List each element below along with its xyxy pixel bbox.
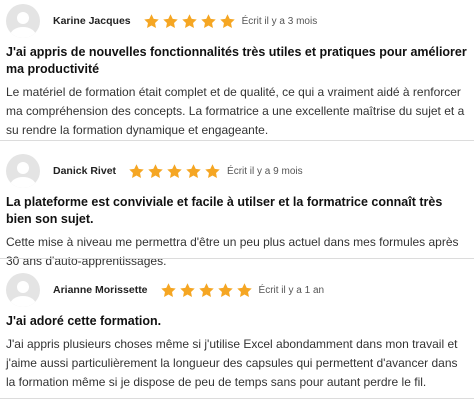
divider — [0, 398, 474, 399]
star-icon — [185, 163, 202, 180]
review-card: Arianne Morissette Écrit il y a 1 an J'a… — [0, 273, 474, 392]
star-icon — [160, 282, 177, 299]
reviewer-name: Arianne Morissette — [53, 284, 148, 296]
star-rating — [143, 13, 238, 30]
divider — [0, 258, 474, 259]
star-icon — [181, 13, 198, 30]
star-icon — [236, 282, 253, 299]
star-icon — [179, 282, 196, 299]
review-title: La plateforme est conviviale et facile à… — [6, 195, 443, 226]
review-card: Danick Rivet Écrit il y a 9 mois La plat… — [0, 154, 474, 271]
review-title: J'ai appris de nouvelles fonctionnalités… — [6, 45, 467, 76]
review-body: J'ai appris plusieurs choses même si j'u… — [6, 337, 458, 389]
review-date: Écrit il y a 9 mois — [227, 165, 303, 177]
review-body: Le matériel de formation était complet e… — [6, 85, 465, 137]
review-date: Écrit il y a 3 mois — [241, 15, 318, 27]
star-icon — [166, 163, 183, 180]
user-avatar-icon — [6, 154, 40, 188]
star-icon — [200, 13, 217, 30]
review-header: Arianne Morissette Écrit il y a 1 an — [6, 273, 470, 307]
star-icon — [128, 163, 145, 180]
user-avatar-icon — [6, 4, 40, 38]
reviewer-name: Karine Jacques — [53, 15, 131, 27]
review-card: Karine Jacques Écrit il y a 3 mois J'ai … — [0, 4, 474, 140]
star-icon — [217, 282, 234, 299]
star-rating — [160, 282, 255, 299]
divider — [0, 140, 474, 141]
review-body: Cette mise à niveau me permettra d'être … — [6, 235, 459, 268]
review-date: Écrit il y a 1 an — [258, 284, 325, 296]
review-header: Danick Rivet Écrit il y a 9 mois — [6, 154, 470, 188]
star-icon — [219, 13, 236, 30]
reviewer-name: Danick Rivet — [53, 165, 117, 177]
review-header: Karine Jacques Écrit il y a 3 mois — [6, 4, 470, 38]
star-icon — [147, 163, 164, 180]
star-icon — [143, 13, 160, 30]
star-icon — [204, 163, 221, 180]
user-avatar-icon — [6, 273, 40, 307]
star-rating — [128, 163, 223, 180]
review-title: J'ai adoré cette formation. — [6, 314, 162, 328]
star-icon — [198, 282, 215, 299]
star-icon — [162, 13, 179, 30]
